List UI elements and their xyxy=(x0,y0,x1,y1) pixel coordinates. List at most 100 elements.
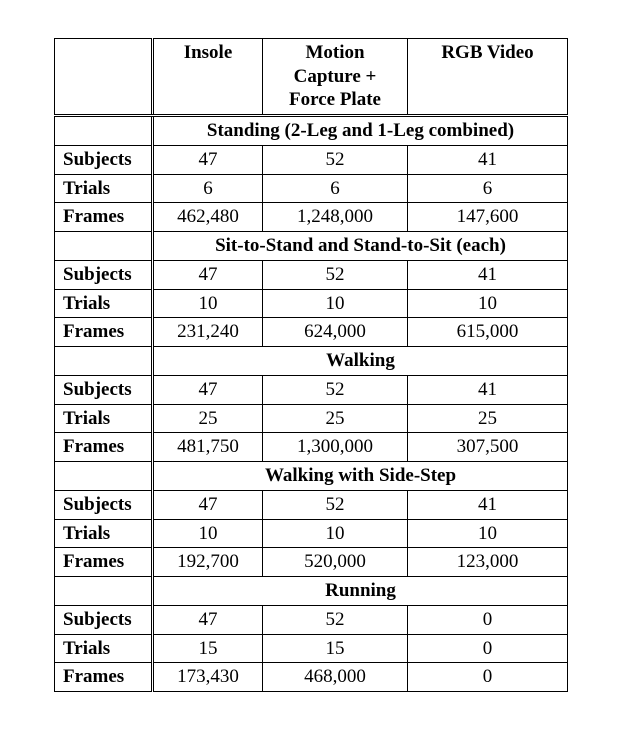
cell-value: 0 xyxy=(408,605,568,634)
row-label: Frames xyxy=(55,433,153,462)
table-row: Trials666 xyxy=(55,174,568,203)
cell-value: 47 xyxy=(153,375,263,404)
cell-value: 10 xyxy=(153,289,263,318)
col-mocap-l3: Force Plate xyxy=(289,89,381,110)
row-label: Subjects xyxy=(55,260,153,289)
cell-value: 41 xyxy=(408,375,568,404)
section-header: Walking xyxy=(55,347,568,376)
row-label: Frames xyxy=(55,203,153,232)
table-row: Trials252525 xyxy=(55,404,568,433)
cell-value: 41 xyxy=(408,490,568,519)
row-label: Subjects xyxy=(55,145,153,174)
section-header: Walking with Side-Step xyxy=(55,462,568,491)
table-row: Trials101010 xyxy=(55,289,568,318)
cell-value: 47 xyxy=(153,145,263,174)
cell-value: 52 xyxy=(263,260,408,289)
cell-value: 25 xyxy=(153,404,263,433)
cell-value: 25 xyxy=(263,404,408,433)
table-row: Subjects475241 xyxy=(55,260,568,289)
cell-value: 47 xyxy=(153,605,263,634)
section-header: Standing (2-Leg and 1-Leg combined) xyxy=(55,116,568,146)
cell-value: 52 xyxy=(263,145,408,174)
section-blank xyxy=(55,347,153,376)
row-label: Trials xyxy=(55,174,153,203)
cell-value: 6 xyxy=(263,174,408,203)
cell-value: 123,000 xyxy=(408,548,568,577)
table-row: Subjects475241 xyxy=(55,375,568,404)
cell-value: 173,430 xyxy=(153,663,263,692)
row-label: Frames xyxy=(55,663,153,692)
cell-value: 307,500 xyxy=(408,433,568,462)
cell-value: 52 xyxy=(263,490,408,519)
cell-value: 462,480 xyxy=(153,203,263,232)
col-mocap: Motion Capture + Force Plate xyxy=(263,38,408,115)
cell-value: 41 xyxy=(408,260,568,289)
cell-value: 15 xyxy=(153,634,263,663)
section-blank xyxy=(55,232,153,261)
table-row: Frames481,7501,300,000307,500 xyxy=(55,433,568,462)
cell-value: 615,000 xyxy=(408,318,568,347)
col-mocap-l1: Motion xyxy=(305,42,364,63)
cell-value: 192,700 xyxy=(153,548,263,577)
row-label: Trials xyxy=(55,289,153,318)
cell-value: 6 xyxy=(153,174,263,203)
row-label: Frames xyxy=(55,318,153,347)
table-header: Insole Motion Capture + Force Plate RGB … xyxy=(55,38,568,115)
table-row: Frames192,700520,000123,000 xyxy=(55,548,568,577)
cell-value: 0 xyxy=(408,634,568,663)
section-header: Sit-to-Stand and Stand-to-Sit (each) xyxy=(55,232,568,261)
cell-value: 25 xyxy=(408,404,568,433)
cell-value: 624,000 xyxy=(263,318,408,347)
section-header: Running xyxy=(55,577,568,606)
table-row: Subjects47520 xyxy=(55,605,568,634)
row-label: Trials xyxy=(55,634,153,663)
section-title: Running xyxy=(153,577,568,606)
cell-value: 10 xyxy=(263,289,408,318)
cell-value: 468,000 xyxy=(263,663,408,692)
cell-value: 1,248,000 xyxy=(263,203,408,232)
section-title: Walking with Side-Step xyxy=(153,462,568,491)
col-rgb: RGB Video xyxy=(408,38,568,115)
section-title: Sit-to-Stand and Stand-to-Sit (each) xyxy=(153,232,568,261)
row-label: Subjects xyxy=(55,605,153,634)
row-label: Subjects xyxy=(55,490,153,519)
section-blank xyxy=(55,462,153,491)
cell-value: 47 xyxy=(153,260,263,289)
cell-value: 10 xyxy=(408,289,568,318)
cell-value: 15 xyxy=(263,634,408,663)
row-label: Frames xyxy=(55,548,153,577)
section-title: Walking xyxy=(153,347,568,376)
row-label: Trials xyxy=(55,404,153,433)
col-insole: Insole xyxy=(153,38,263,115)
cell-value: 52 xyxy=(263,605,408,634)
table-body: Standing (2-Leg and 1-Leg combined)Subje… xyxy=(55,116,568,692)
section-blank xyxy=(55,577,153,606)
table-row: Frames231,240624,000615,000 xyxy=(55,318,568,347)
table-row: Subjects475241 xyxy=(55,145,568,174)
table-row: Subjects475241 xyxy=(55,490,568,519)
cell-value: 0 xyxy=(408,663,568,692)
cell-value: 481,750 xyxy=(153,433,263,462)
table-row: Trials101010 xyxy=(55,519,568,548)
cell-value: 231,240 xyxy=(153,318,263,347)
table-row: Trials15150 xyxy=(55,634,568,663)
cell-value: 10 xyxy=(263,519,408,548)
cell-value: 47 xyxy=(153,490,263,519)
cell-value: 1,300,000 xyxy=(263,433,408,462)
cell-value: 6 xyxy=(408,174,568,203)
section-title: Standing (2-Leg and 1-Leg combined) xyxy=(153,116,568,146)
data-table: Insole Motion Capture + Force Plate RGB … xyxy=(54,38,568,692)
cell-value: 520,000 xyxy=(263,548,408,577)
col-mocap-l2: Capture + xyxy=(294,66,377,87)
cell-value: 10 xyxy=(408,519,568,548)
col-blank xyxy=(55,38,153,115)
row-label: Subjects xyxy=(55,375,153,404)
cell-value: 41 xyxy=(408,145,568,174)
cell-value: 10 xyxy=(153,519,263,548)
cell-value: 147,600 xyxy=(408,203,568,232)
table-row: Frames462,4801,248,000147,600 xyxy=(55,203,568,232)
table-row: Frames173,430468,0000 xyxy=(55,663,568,692)
section-blank xyxy=(55,116,153,146)
row-label: Trials xyxy=(55,519,153,548)
cell-value: 52 xyxy=(263,375,408,404)
